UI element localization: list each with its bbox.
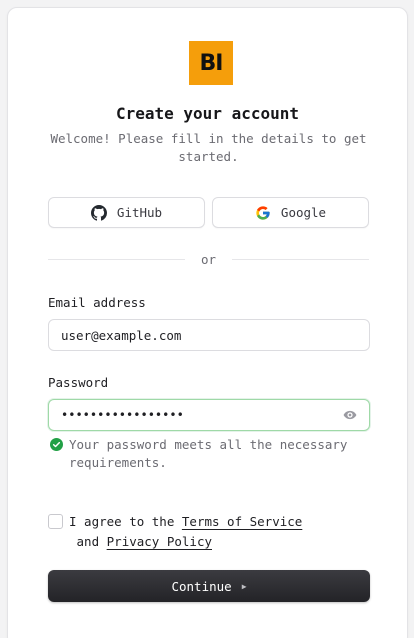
password-value: ••••••••••••••••• — [61, 408, 184, 422]
github-label: GitHub — [116, 205, 163, 220]
divider-line-left — [48, 259, 185, 260]
eye-icon[interactable] — [343, 408, 357, 422]
divider-text: or — [200, 252, 217, 267]
github-icon — [90, 204, 107, 221]
signup-card: BI Create your account Welcome! Please f… — [7, 7, 408, 638]
terms-of-service-link[interactable]: Terms of Service — [182, 514, 302, 529]
terms-consent: I agree to the Terms of Service and Priv… — [48, 512, 370, 552]
password-valid-message: Your password meets all the necessary re… — [50, 436, 370, 472]
email-value: user@example.com — [61, 327, 182, 343]
terms-checkbox[interactable] — [48, 514, 63, 529]
email-field[interactable]: user@example.com — [48, 319, 370, 351]
password-hint-text: Your password meets all the necessary re… — [69, 437, 348, 470]
password-field[interactable]: ••••••••••••••••• — [48, 399, 370, 431]
brand-logo-text: BI — [199, 50, 224, 76]
continue-button[interactable]: Continue ▶ — [48, 570, 370, 602]
terms-middle: and — [69, 534, 107, 549]
password-label: Password — [48, 375, 109, 390]
google-icon — [256, 205, 270, 220]
check-circle-icon — [50, 438, 63, 451]
github-signin-button[interactable]: GitHub — [48, 197, 205, 228]
email-label: Email address — [48, 295, 146, 310]
page-subtitle: Welcome! Please fill in the details to g… — [50, 131, 367, 164]
caret-right-icon: ▶ — [241, 581, 247, 591]
brand-logo: BI — [189, 41, 233, 85]
terms-prefix: I agree to the — [69, 514, 182, 529]
privacy-policy-link[interactable]: Privacy Policy — [107, 534, 212, 549]
google-label: Google — [280, 205, 327, 220]
or-divider: or — [48, 252, 369, 267]
terms-text: I agree to the Terms of Service and Priv… — [69, 512, 370, 552]
divider-line-right — [232, 259, 369, 260]
continue-label: Continue — [171, 578, 232, 594]
google-signin-button[interactable]: Google — [212, 197, 369, 228]
page-title: Create your account — [115, 104, 300, 123]
